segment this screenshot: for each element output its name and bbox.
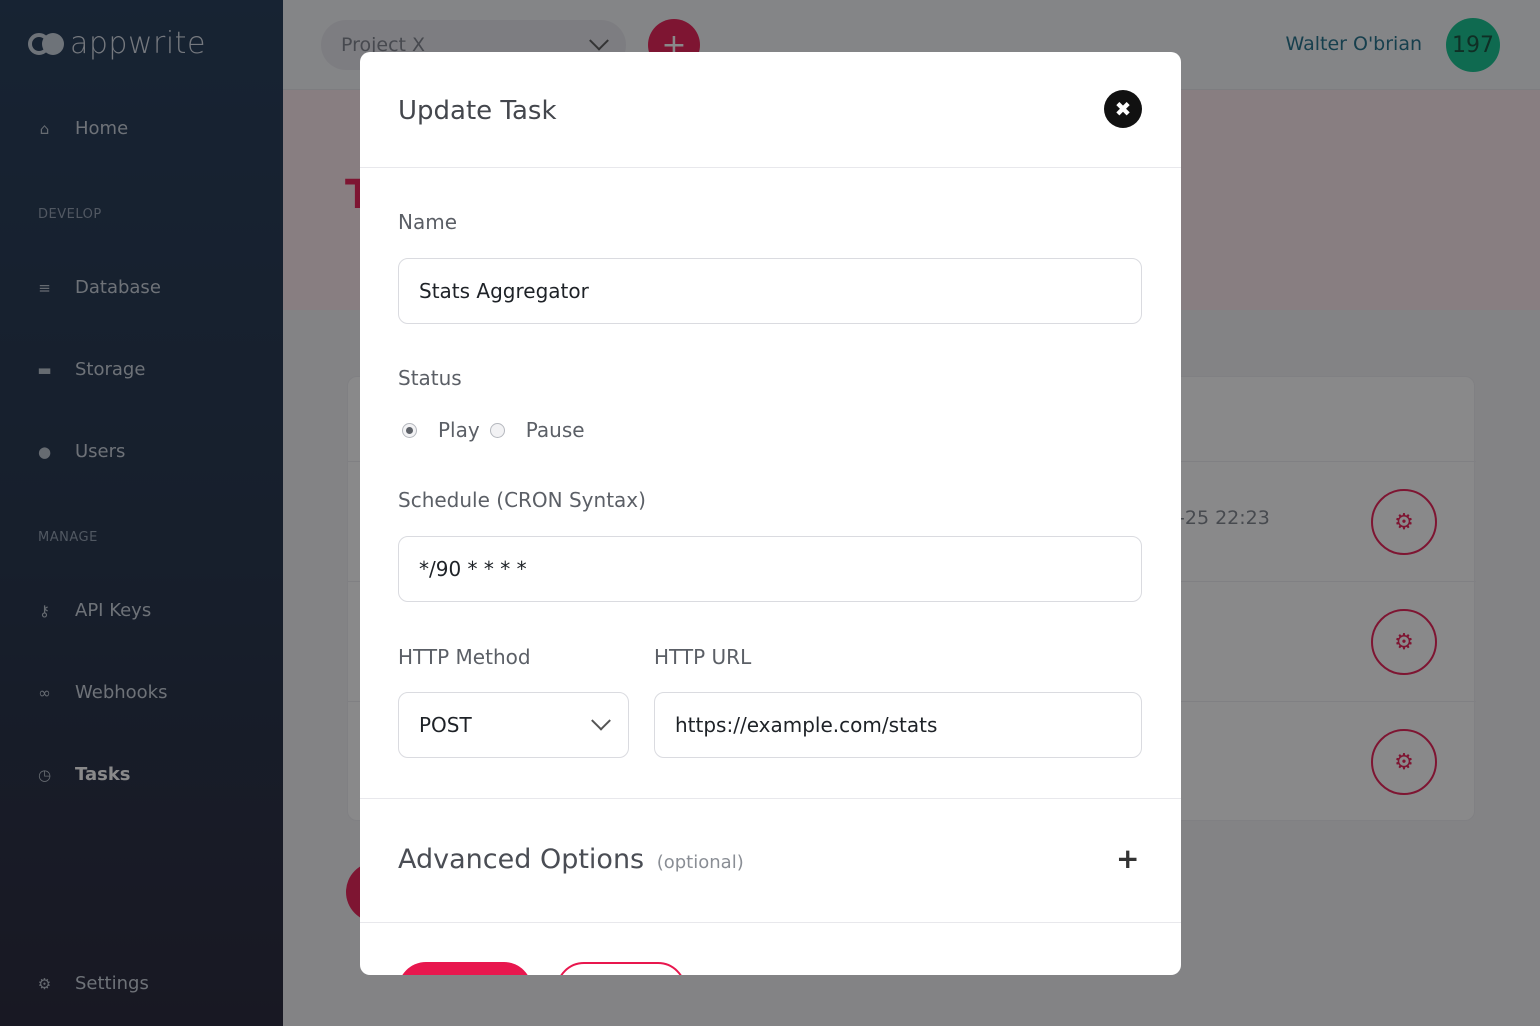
modal-title: Update Task [398, 96, 557, 126]
http-url-label: HTTP URL [654, 645, 752, 669]
chevron-down-icon [591, 710, 611, 731]
update-task-modal: Update Task ✖ Name Stats Aggregator Stat… [360, 52, 1181, 975]
name-label: Name [398, 210, 458, 234]
divider [360, 922, 1181, 923]
http-method-select[interactable]: POST [398, 692, 629, 758]
plus-icon[interactable]: + [1116, 842, 1139, 875]
status-label: Status [398, 366, 462, 390]
schedule-value: */90 * * * * [419, 557, 527, 581]
schedule-label: Schedule (CRON Syntax) [398, 488, 646, 512]
status-radio-group: Play Pause [402, 418, 595, 442]
divider [360, 798, 1181, 799]
http-url-value: https://example.com/stats [675, 713, 938, 737]
status-radio-pause[interactable] [489, 422, 505, 438]
radio-label-pause: Pause [525, 418, 585, 442]
update-button[interactable] [398, 962, 532, 975]
http-url-input[interactable]: https://example.com/stats [654, 692, 1142, 758]
advanced-options-toggle[interactable]: Advanced Options (optional) [398, 844, 744, 875]
name-value: Stats Aggregator [419, 279, 589, 303]
close-button[interactable]: ✖ [1104, 90, 1142, 128]
status-radio-play[interactable] [402, 422, 417, 438]
http-method-value: POST [419, 713, 472, 737]
advanced-optional-label: (optional) [656, 852, 744, 873]
advanced-options-label: Advanced Options [398, 844, 645, 875]
close-icon: ✖ [1114, 97, 1132, 121]
cancel-button[interactable] [556, 962, 686, 975]
name-input[interactable]: Stats Aggregator [398, 258, 1142, 324]
modal-header: Update Task ✖ [360, 52, 1181, 168]
radio-label-play: Play [438, 418, 480, 442]
http-method-label: HTTP Method [398, 645, 531, 669]
schedule-input[interactable]: */90 * * * * [398, 536, 1142, 602]
